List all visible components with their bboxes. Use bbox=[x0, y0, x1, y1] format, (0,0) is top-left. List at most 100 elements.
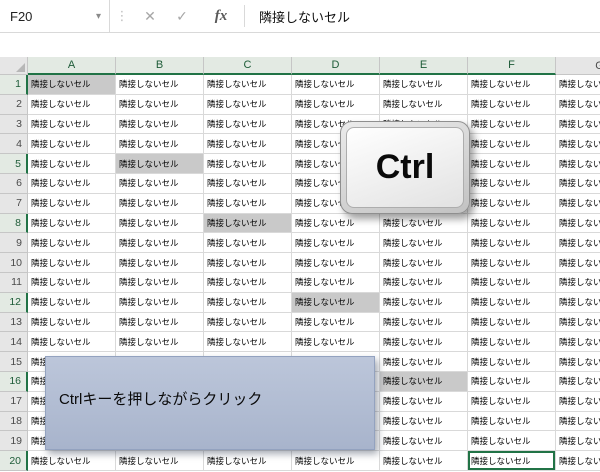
cell-C6[interactable]: 隣接しないセル bbox=[204, 174, 292, 194]
cell-E1[interactable]: 隣接しないセル bbox=[380, 75, 468, 95]
cell-G9[interactable]: 隣接しないセル bbox=[556, 233, 600, 253]
cell-C10[interactable]: 隣接しないセル bbox=[204, 253, 292, 273]
cell-D13[interactable]: 隣接しないセル bbox=[292, 313, 380, 333]
row-header-20[interactable]: 20 bbox=[0, 451, 28, 471]
cell-G18[interactable]: 隣接しないセル bbox=[556, 412, 600, 432]
enter-button[interactable]: ✓ bbox=[166, 0, 198, 32]
cell-A20[interactable]: 隣接しないセル bbox=[28, 451, 116, 471]
row-header-12[interactable]: 12 bbox=[0, 293, 28, 313]
cell-E17[interactable]: 隣接しないセル bbox=[380, 392, 468, 412]
cell-A8[interactable]: 隣接しないセル bbox=[28, 214, 116, 234]
column-header-C[interactable]: C bbox=[204, 57, 292, 75]
cell-A9[interactable]: 隣接しないセル bbox=[28, 233, 116, 253]
cell-B9[interactable]: 隣接しないセル bbox=[116, 233, 204, 253]
cell-B8[interactable]: 隣接しないセル bbox=[116, 214, 204, 234]
row-header-7[interactable]: 7 bbox=[0, 194, 28, 214]
cell-G8[interactable]: 隣接しないセル bbox=[556, 214, 600, 234]
cancel-button[interactable]: ✕ bbox=[134, 0, 166, 32]
cell-E15[interactable]: 隣接しないセル bbox=[380, 352, 468, 372]
cell-G10[interactable]: 隣接しないセル bbox=[556, 253, 600, 273]
cell-A13[interactable]: 隣接しないセル bbox=[28, 313, 116, 333]
row-header-6[interactable]: 6 bbox=[0, 174, 28, 194]
cell-F12[interactable]: 隣接しないセル bbox=[468, 293, 556, 313]
name-box-dropdown-icon[interactable]: ▾ bbox=[96, 11, 101, 22]
cell-B12[interactable]: 隣接しないセル bbox=[116, 293, 204, 313]
cell-G12[interactable]: 隣接しないセル bbox=[556, 293, 600, 313]
row-header-17[interactable]: 17 bbox=[0, 392, 28, 412]
row-header-18[interactable]: 18 bbox=[0, 412, 28, 432]
cell-C14[interactable]: 隣接しないセル bbox=[204, 332, 292, 352]
cell-D20[interactable]: 隣接しないセル bbox=[292, 451, 380, 471]
cell-F2[interactable]: 隣接しないセル bbox=[468, 95, 556, 115]
cell-C4[interactable]: 隣接しないセル bbox=[204, 134, 292, 154]
column-header-G[interactable]: G bbox=[556, 57, 600, 75]
cell-E19[interactable]: 隣接しないセル bbox=[380, 431, 468, 451]
cell-G2[interactable]: 隣接しないセル bbox=[556, 95, 600, 115]
cell-E20[interactable]: 隣接しないセル bbox=[380, 451, 468, 471]
row-header-13[interactable]: 13 bbox=[0, 313, 28, 333]
row-header-1[interactable]: 1 bbox=[0, 75, 28, 95]
column-header-F[interactable]: F bbox=[468, 57, 556, 75]
cell-F7[interactable]: 隣接しないセル bbox=[468, 194, 556, 214]
cell-F10[interactable]: 隣接しないセル bbox=[468, 253, 556, 273]
row-header-14[interactable]: 14 bbox=[0, 332, 28, 352]
cell-C9[interactable]: 隣接しないセル bbox=[204, 233, 292, 253]
cell-A6[interactable]: 隣接しないセル bbox=[28, 174, 116, 194]
cell-F15[interactable]: 隣接しないセル bbox=[468, 352, 556, 372]
cell-B1[interactable]: 隣接しないセル bbox=[116, 75, 204, 95]
cell-A7[interactable]: 隣接しないセル bbox=[28, 194, 116, 214]
row-header-9[interactable]: 9 bbox=[0, 233, 28, 253]
row-header-11[interactable]: 11 bbox=[0, 273, 28, 293]
cell-B11[interactable]: 隣接しないセル bbox=[116, 273, 204, 293]
cell-C5[interactable]: 隣接しないセル bbox=[204, 154, 292, 174]
cell-C12[interactable]: 隣接しないセル bbox=[204, 293, 292, 313]
row-header-5[interactable]: 5 bbox=[0, 154, 28, 174]
cell-A4[interactable]: 隣接しないセル bbox=[28, 134, 116, 154]
cell-D12[interactable]: 隣接しないセル bbox=[292, 293, 380, 313]
cell-A14[interactable]: 隣接しないセル bbox=[28, 332, 116, 352]
row-header-8[interactable]: 8 bbox=[0, 214, 28, 234]
cell-G17[interactable]: 隣接しないセル bbox=[556, 392, 600, 412]
cell-F9[interactable]: 隣接しないセル bbox=[468, 233, 556, 253]
cell-D11[interactable]: 隣接しないセル bbox=[292, 273, 380, 293]
cell-E16[interactable]: 隣接しないセル bbox=[380, 372, 468, 392]
cell-D8[interactable]: 隣接しないセル bbox=[292, 214, 380, 234]
cell-F1[interactable]: 隣接しないセル bbox=[468, 75, 556, 95]
insert-function-button[interactable]: fx bbox=[198, 0, 244, 32]
cell-B4[interactable]: 隣接しないセル bbox=[116, 134, 204, 154]
cell-E12[interactable]: 隣接しないセル bbox=[380, 293, 468, 313]
cell-D1[interactable]: 隣接しないセル bbox=[292, 75, 380, 95]
cell-G11[interactable]: 隣接しないセル bbox=[556, 273, 600, 293]
cell-A2[interactable]: 隣接しないセル bbox=[28, 95, 116, 115]
cell-A1[interactable]: 隣接しないセル bbox=[28, 75, 116, 95]
cell-C20[interactable]: 隣接しないセル bbox=[204, 451, 292, 471]
cell-B7[interactable]: 隣接しないセル bbox=[116, 194, 204, 214]
cell-G1[interactable]: 隣接しないセル bbox=[556, 75, 600, 95]
cell-E18[interactable]: 隣接しないセル bbox=[380, 412, 468, 432]
cell-B14[interactable]: 隣接しないセル bbox=[116, 332, 204, 352]
name-box[interactable]: F20 ▾ bbox=[0, 0, 110, 32]
cell-A12[interactable]: 隣接しないセル bbox=[28, 293, 116, 313]
cell-F19[interactable]: 隣接しないセル bbox=[468, 431, 556, 451]
cell-C7[interactable]: 隣接しないセル bbox=[204, 194, 292, 214]
cell-D14[interactable]: 隣接しないセル bbox=[292, 332, 380, 352]
row-header-19[interactable]: 19 bbox=[0, 431, 28, 451]
cell-D10[interactable]: 隣接しないセル bbox=[292, 253, 380, 273]
cell-D9[interactable]: 隣接しないセル bbox=[292, 233, 380, 253]
row-header-4[interactable]: 4 bbox=[0, 134, 28, 154]
cell-E14[interactable]: 隣接しないセル bbox=[380, 332, 468, 352]
cell-F3[interactable]: 隣接しないセル bbox=[468, 115, 556, 135]
column-header-D[interactable]: D bbox=[292, 57, 380, 75]
cell-B10[interactable]: 隣接しないセル bbox=[116, 253, 204, 273]
cell-A10[interactable]: 隣接しないセル bbox=[28, 253, 116, 273]
cell-B3[interactable]: 隣接しないセル bbox=[116, 115, 204, 135]
cell-G20[interactable]: 隣接しないセル bbox=[556, 451, 600, 471]
cell-B13[interactable]: 隣接しないセル bbox=[116, 313, 204, 333]
formula-input[interactable]: 隣接しないセル bbox=[245, 0, 600, 32]
cell-C2[interactable]: 隣接しないセル bbox=[204, 95, 292, 115]
select-all-corner[interactable] bbox=[0, 57, 28, 75]
cell-G3[interactable]: 隣接しないセル bbox=[556, 115, 600, 135]
cell-B2[interactable]: 隣接しないセル bbox=[116, 95, 204, 115]
cell-F11[interactable]: 隣接しないセル bbox=[468, 273, 556, 293]
row-header-10[interactable]: 10 bbox=[0, 253, 28, 273]
